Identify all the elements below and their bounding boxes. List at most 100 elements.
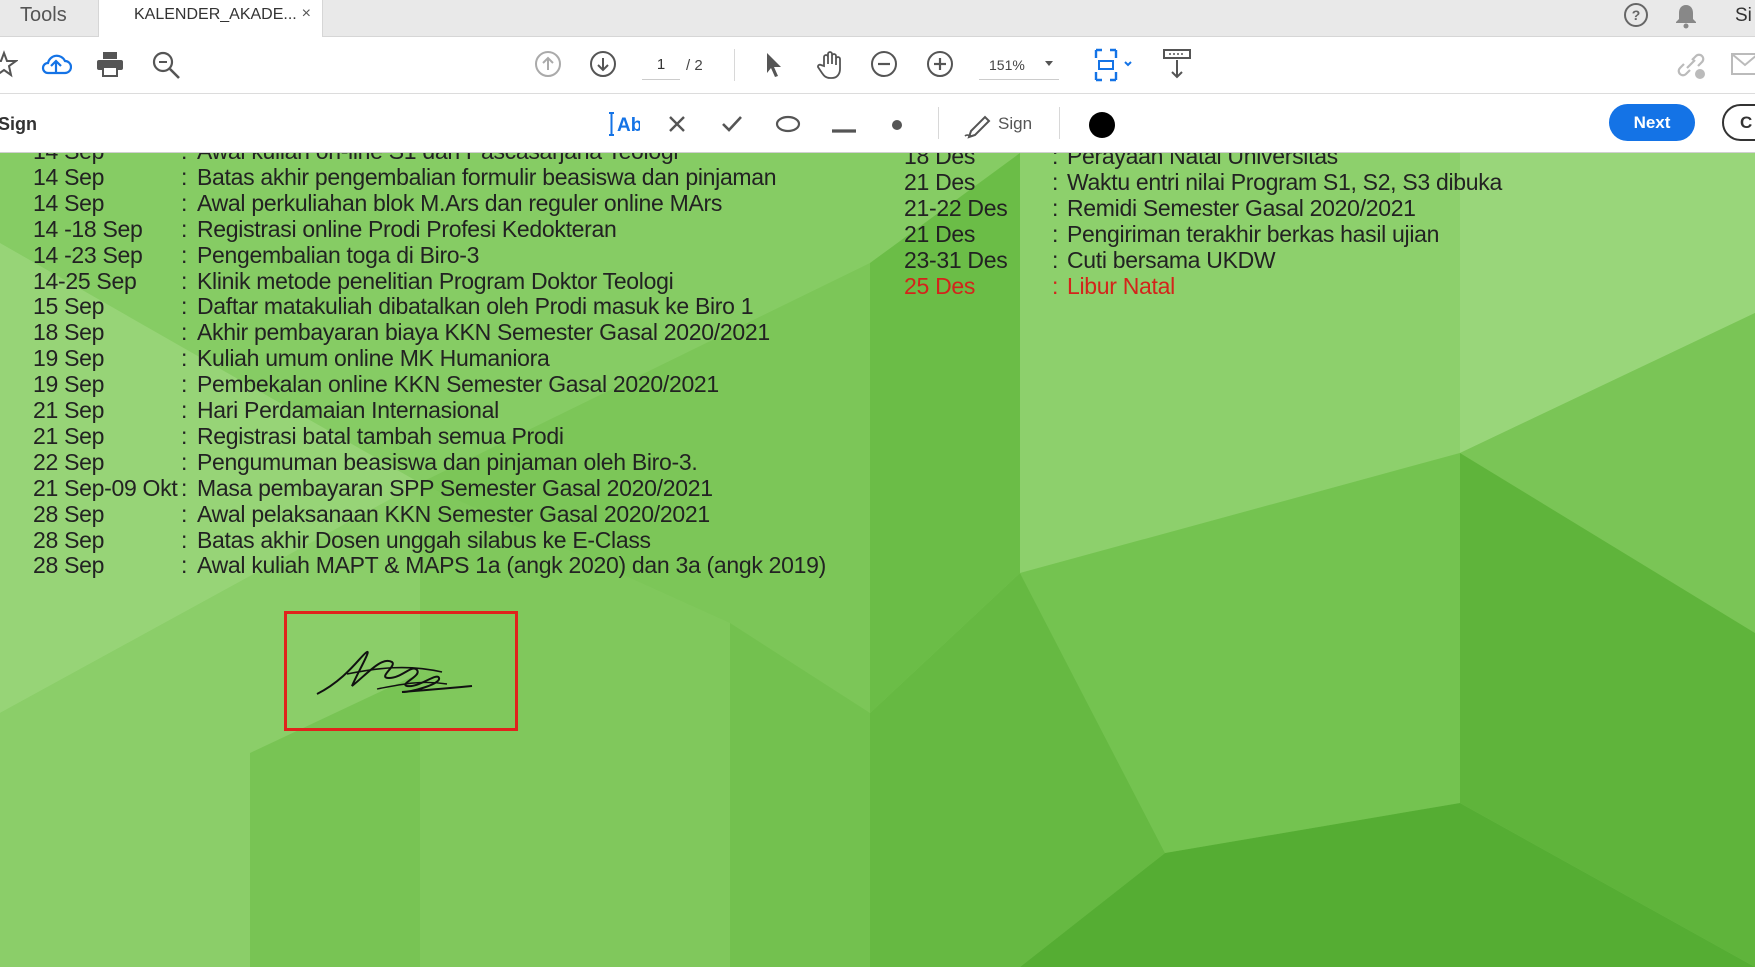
search-zoom-icon[interactable] <box>150 49 182 86</box>
email-icon[interactable] <box>1730 52 1755 81</box>
calendar-separator: : <box>1052 220 1059 247</box>
calendar-date: 28 Sep <box>33 552 105 579</box>
sign-pen-icon[interactable] <box>963 109 995 144</box>
close-button[interactable]: C <box>1722 104 1755 141</box>
document-page: 14 Sep: Awal kuliah on-line S1 dan Pascas… <box>0 153 1755 967</box>
calendar-event: Waktu entri nilai Program S1, S2, S3 dib… <box>1067 168 1502 195</box>
calendar-date: 22 Sep <box>33 448 105 475</box>
calendar-separator: : <box>181 448 188 475</box>
calendar-date: 21 Des <box>904 220 976 247</box>
select-arrow-icon[interactable] <box>762 51 786 84</box>
bell-icon[interactable] <box>1674 3 1698 34</box>
toolbar-divider <box>1059 107 1060 139</box>
calendar-date: 14 -18 Sep <box>33 215 143 242</box>
svg-text:Ab: Ab <box>617 115 640 136</box>
calendar-separator: : <box>181 526 188 553</box>
calendar-date: 28 Sep <box>33 526 105 553</box>
calendar-date: 25 Des <box>904 272 976 299</box>
calendar-date: 18 Des <box>904 153 976 169</box>
calendar-event: Pengembalian toga di Biro-3 <box>197 241 480 268</box>
calendar-event: Batas akhir pengembalian formulir beasis… <box>197 163 777 190</box>
toolbar-divider <box>734 49 735 81</box>
calendar-event: Awal perkuliahan blok M.Ars dan reguler … <box>197 189 723 216</box>
page-up-icon[interactable] <box>534 50 562 83</box>
hand-icon[interactable] <box>815 50 845 85</box>
calendar-event: Registrasi batal tambah semua Prodi <box>197 422 564 449</box>
cross-mark-icon[interactable] <box>667 114 687 139</box>
calendar-date: 14 Sep <box>33 153 104 164</box>
fit-page-icon[interactable] <box>1092 48 1136 87</box>
color-swatch-icon[interactable] <box>1088 111 1116 144</box>
ellipse-icon[interactable] <box>775 115 801 138</box>
calendar-date: 18 Sep <box>33 319 105 346</box>
tab-tools[interactable]: Tools <box>0 0 98 36</box>
toolbar-divider <box>938 107 939 139</box>
calendar-event: Registrasi online Prodi Profesi Kedokter… <box>197 215 617 242</box>
calendar-separator: : <box>181 371 188 398</box>
page-number-input[interactable]: 1 <box>642 50 680 80</box>
calendar-event: Awal kuliah MAPT & MAPS 1a (angk 2020) d… <box>197 552 826 579</box>
calendar-separator: : <box>181 189 188 216</box>
calendar-separator: : <box>181 500 188 527</box>
zoom-out-icon[interactable] <box>870 50 898 83</box>
calendar-separator: : <box>181 163 188 190</box>
sign-in-link[interactable]: Si <box>1735 5 1752 27</box>
calendar-event: Cuti bersama UKDW <box>1067 246 1276 273</box>
calendar-separator: : <box>181 241 188 268</box>
svg-text:?: ? <box>1632 7 1641 23</box>
calendar-event: Hari Perdamaian Internasional <box>197 397 499 423</box>
calendar-event: Pengiriman terakhir berkas hasil ujian <box>1067 220 1440 247</box>
add-text-icon[interactable]: Ab <box>606 110 642 143</box>
calendar-separator: : <box>181 267 188 294</box>
chevron-down-icon <box>1045 61 1053 66</box>
calendar-event: Awal pelaksanaan KKN Semester Gasal 2020… <box>197 500 710 527</box>
calendar-separator: : <box>1052 272 1059 299</box>
cloud-upload-icon[interactable] <box>40 49 73 84</box>
calendar-event: Daftar matakuliah dibatalkan oleh Prodi … <box>197 293 754 320</box>
zoom-select[interactable]: 151% <box>979 50 1059 80</box>
calendar-event: Libur Natal <box>1067 272 1175 299</box>
print-icon[interactable] <box>95 50 125 83</box>
page-down-icon[interactable] <box>589 50 617 83</box>
calendar-date: 19 Sep <box>33 371 105 398</box>
zoom-value: 151% <box>989 57 1025 73</box>
calendar-date: 14 Sep <box>33 163 105 190</box>
zoom-in-icon[interactable] <box>926 50 954 83</box>
help-circle-icon[interactable]: ? <box>1623 2 1649 33</box>
calendar-event: Awal kuliah on-line S1 dan Pascasarjana … <box>197 153 678 164</box>
calendar-separator: : <box>181 153 187 164</box>
line-icon[interactable] <box>831 121 857 139</box>
calendar-date: 21-22 Des <box>904 194 1008 221</box>
calendar-event: Akhir pembayaran biaya KKN Semester Gasa… <box>197 319 770 346</box>
calendar-date: 21 Sep <box>33 422 105 449</box>
fill-sign-toolbar: Sign Ab Sign Next C <box>0 94 1755 153</box>
handwritten-signature <box>316 650 473 695</box>
calendar-separator: : <box>1052 246 1059 273</box>
calendar-event: Remidi Semester Gasal 2020/2021 <box>1067 194 1416 221</box>
check-mark-icon[interactable] <box>721 114 743 139</box>
calendar-event: Pembekalan online KKN Semester Gasal 202… <box>197 371 719 398</box>
scroll-mode-icon[interactable] <box>1162 48 1192 85</box>
share-link-icon[interactable] <box>1675 50 1707 85</box>
calendar-event: Perayaan Natal Universitas <box>1067 153 1338 169</box>
calendar-event: Masa pembayaran SPP Semester Gasal 2020/… <box>197 474 713 501</box>
calendar-date: 21 Sep-09 Okt <box>33 474 178 501</box>
sign-button-label[interactable]: Sign <box>998 114 1032 134</box>
calendar-date: 14-25 Sep <box>33 267 137 294</box>
calendar-event: Batas akhir Dosen unggah silabus ke E-Cl… <box>197 526 651 553</box>
page-total: / 2 <box>686 57 703 74</box>
star-icon[interactable] <box>0 50 20 83</box>
main-toolbar: 1 / 2 151% <box>0 37 1755 94</box>
dot-icon[interactable] <box>891 118 903 136</box>
calendar-date: 28 Sep <box>33 500 105 527</box>
tab-document[interactable]: KALENDER_AKADE... × <box>98 0 323 37</box>
tab-bar: Tools KALENDER_AKADE... × ? Si <box>0 0 1755 37</box>
signature-field[interactable] <box>284 611 518 731</box>
calendar-separator: : <box>181 474 188 501</box>
calendar-date: 23-31 Des <box>904 246 1008 273</box>
close-tab-icon[interactable]: × <box>302 5 311 23</box>
calendar-separator: : <box>181 215 188 242</box>
signbar-title: Sign <box>0 114 37 134</box>
next-button[interactable]: Next <box>1609 104 1695 141</box>
calendar-event: Klinik metode penelitian Program Doktor … <box>197 267 674 294</box>
